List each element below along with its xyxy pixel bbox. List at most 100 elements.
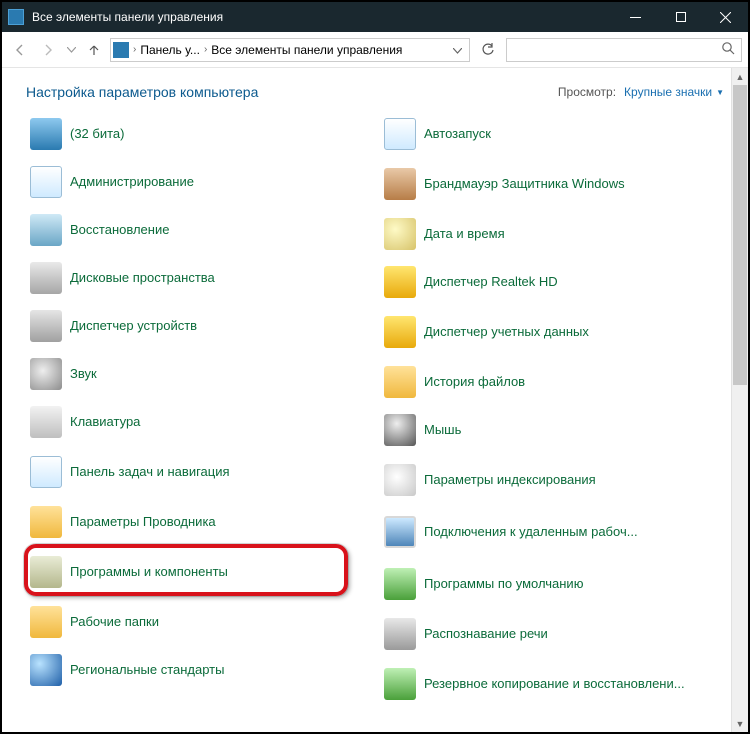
minimize-icon [630,17,641,18]
chevron-down-icon [453,48,462,54]
up-button[interactable] [82,38,106,62]
up-icon [87,43,101,57]
address-box[interactable]: › Панель у... › Все элементы панели упра… [110,38,470,62]
item-speech-icon [384,618,416,650]
item-autoplay-icon [384,118,416,150]
item-device-mgr-label: Диспетчер устройств [70,318,197,334]
item-datetime-label: Дата и время [424,226,505,242]
item-firewall[interactable]: Брандмауэр Защитника Windows [380,158,724,210]
item-realtek-label: Диспетчер Realtek HD [424,274,558,290]
item-backup-label: Резервное копирование и восстановлени... [424,676,685,692]
item-backup-icon [384,668,416,700]
breadcrumb-1[interactable]: Панель у... [140,43,200,57]
item-device-mgr-icon [30,310,62,342]
item-realtek[interactable]: Диспетчер Realtek HD [380,258,724,306]
close-icon [720,12,731,23]
scroll-track[interactable] [732,85,748,715]
item-storage-label: Дисковые пространства [70,270,215,286]
item-32bit-label: (32 бита) [70,126,124,142]
view-by-label: Просмотр: [558,85,616,99]
scroll-thumb[interactable] [733,85,747,385]
item-regional[interactable]: Региональные стандарты [26,646,370,694]
item-taskbar-icon [30,456,62,488]
item-cred-mgr[interactable]: Диспетчер учетных данных [380,306,724,358]
item-administration[interactable]: Администрирование [26,158,370,206]
window-frame: Все элементы панели управления › Панель … [0,0,750,734]
item-remote[interactable]: Подключения к удаленным рабоч... [380,506,724,558]
breadcrumb-sep: › [133,44,136,55]
address-dropdown[interactable] [447,42,467,57]
back-icon [13,43,27,57]
item-autoplay-label: Автозапуск [424,126,491,142]
item-workfolders[interactable]: Рабочие папки [26,598,370,646]
item-keyboard-icon [30,406,62,438]
grid-column-right: Автозапуск Брандмауэр Защитника Windows Да… [380,110,724,710]
item-sound[interactable]: Звук [26,350,370,398]
item-default-prog[interactable]: Программы по умолчанию [380,558,724,610]
item-administration-icon [30,166,62,198]
item-recovery-icon [30,214,62,246]
item-datetime-icon [384,218,416,250]
item-indexing[interactable]: Параметры индексирования [380,454,724,506]
control-panel-sysicon [8,9,24,25]
refresh-icon [481,43,495,57]
item-programs-icon [30,556,62,588]
item-storage-icon [30,262,62,294]
page-title: Настройка параметров компьютера [26,84,258,100]
back-button[interactable] [8,38,32,62]
item-speech[interactable]: Распознавание речи [380,610,724,658]
item-realtek-icon [384,266,416,298]
scroll-down-button[interactable]: ▼ [732,715,748,732]
item-taskbar[interactable]: Панель задач и навигация [26,446,370,498]
breadcrumb-sep: › [204,44,207,55]
item-workfolders-icon [30,606,62,638]
content-area: Настройка параметров компьютера Просмотр… [2,68,748,732]
grid-column-left: (32 бита) Администрирование Восстановление… [26,110,370,710]
item-recovery[interactable]: Восстановление [26,206,370,254]
item-mouse-icon [384,414,416,446]
item-filehistory-icon [384,366,416,398]
scroll-up-button[interactable]: ▲ [732,68,748,85]
item-backup[interactable]: Резервное копирование и восстановлени... [380,658,724,710]
items-grid: (32 бита) Администрирование Восстановление… [26,110,724,710]
titlebar[interactable]: Все элементы панели управления [2,2,748,32]
breadcrumb-2[interactable]: Все элементы панели управления [211,43,443,57]
item-programs[interactable]: Программы и компоненты [26,546,370,598]
item-workfolders-label: Рабочие папки [70,614,159,630]
vertical-scrollbar[interactable]: ▲ ▼ [731,68,748,732]
item-32bit[interactable]: (32 бита) [26,110,370,158]
item-explorer-opts-icon [30,506,62,538]
search-box[interactable] [506,38,742,62]
history-dropdown[interactable] [64,38,78,62]
item-explorer-opts[interactable]: Параметры Проводника [26,498,370,546]
maximize-icon [676,12,686,22]
minimize-button[interactable] [613,2,658,32]
item-keyboard[interactable]: Клавиатура [26,398,370,446]
maximize-button[interactable] [658,2,703,32]
item-default-prog-label: Программы по умолчанию [424,576,583,592]
item-sound-icon [30,358,62,390]
item-sound-label: Звук [70,366,97,382]
item-mouse-label: Мышь [424,422,461,438]
item-administration-label: Администрирование [70,174,194,190]
item-device-mgr[interactable]: Диспетчер устройств [26,302,370,350]
item-datetime[interactable]: Дата и время [380,210,724,258]
item-remote-label: Подключения к удаленным рабоч... [424,524,638,540]
item-filehistory[interactable]: История файлов [380,358,724,406]
item-indexing-label: Параметры индексирования [424,472,596,488]
forward-button[interactable] [36,38,60,62]
dropdown-caret-icon: ▼ [716,88,724,97]
item-cred-mgr-icon [384,316,416,348]
view-by-link[interactable]: Крупные значки ▼ [624,85,724,99]
item-default-prog-icon [384,568,416,600]
item-storage[interactable]: Дисковые пространства [26,254,370,302]
forward-icon [41,43,55,57]
item-filehistory-label: История файлов [424,374,525,390]
view-by-value: Крупные значки [624,85,712,99]
refresh-button[interactable] [474,38,502,62]
close-button[interactable] [703,2,748,32]
control-panel-icon [113,42,129,58]
item-mouse[interactable]: Мышь [380,406,724,454]
item-taskbar-label: Панель задач и навигация [70,464,230,480]
item-autoplay[interactable]: Автозапуск [380,110,724,158]
